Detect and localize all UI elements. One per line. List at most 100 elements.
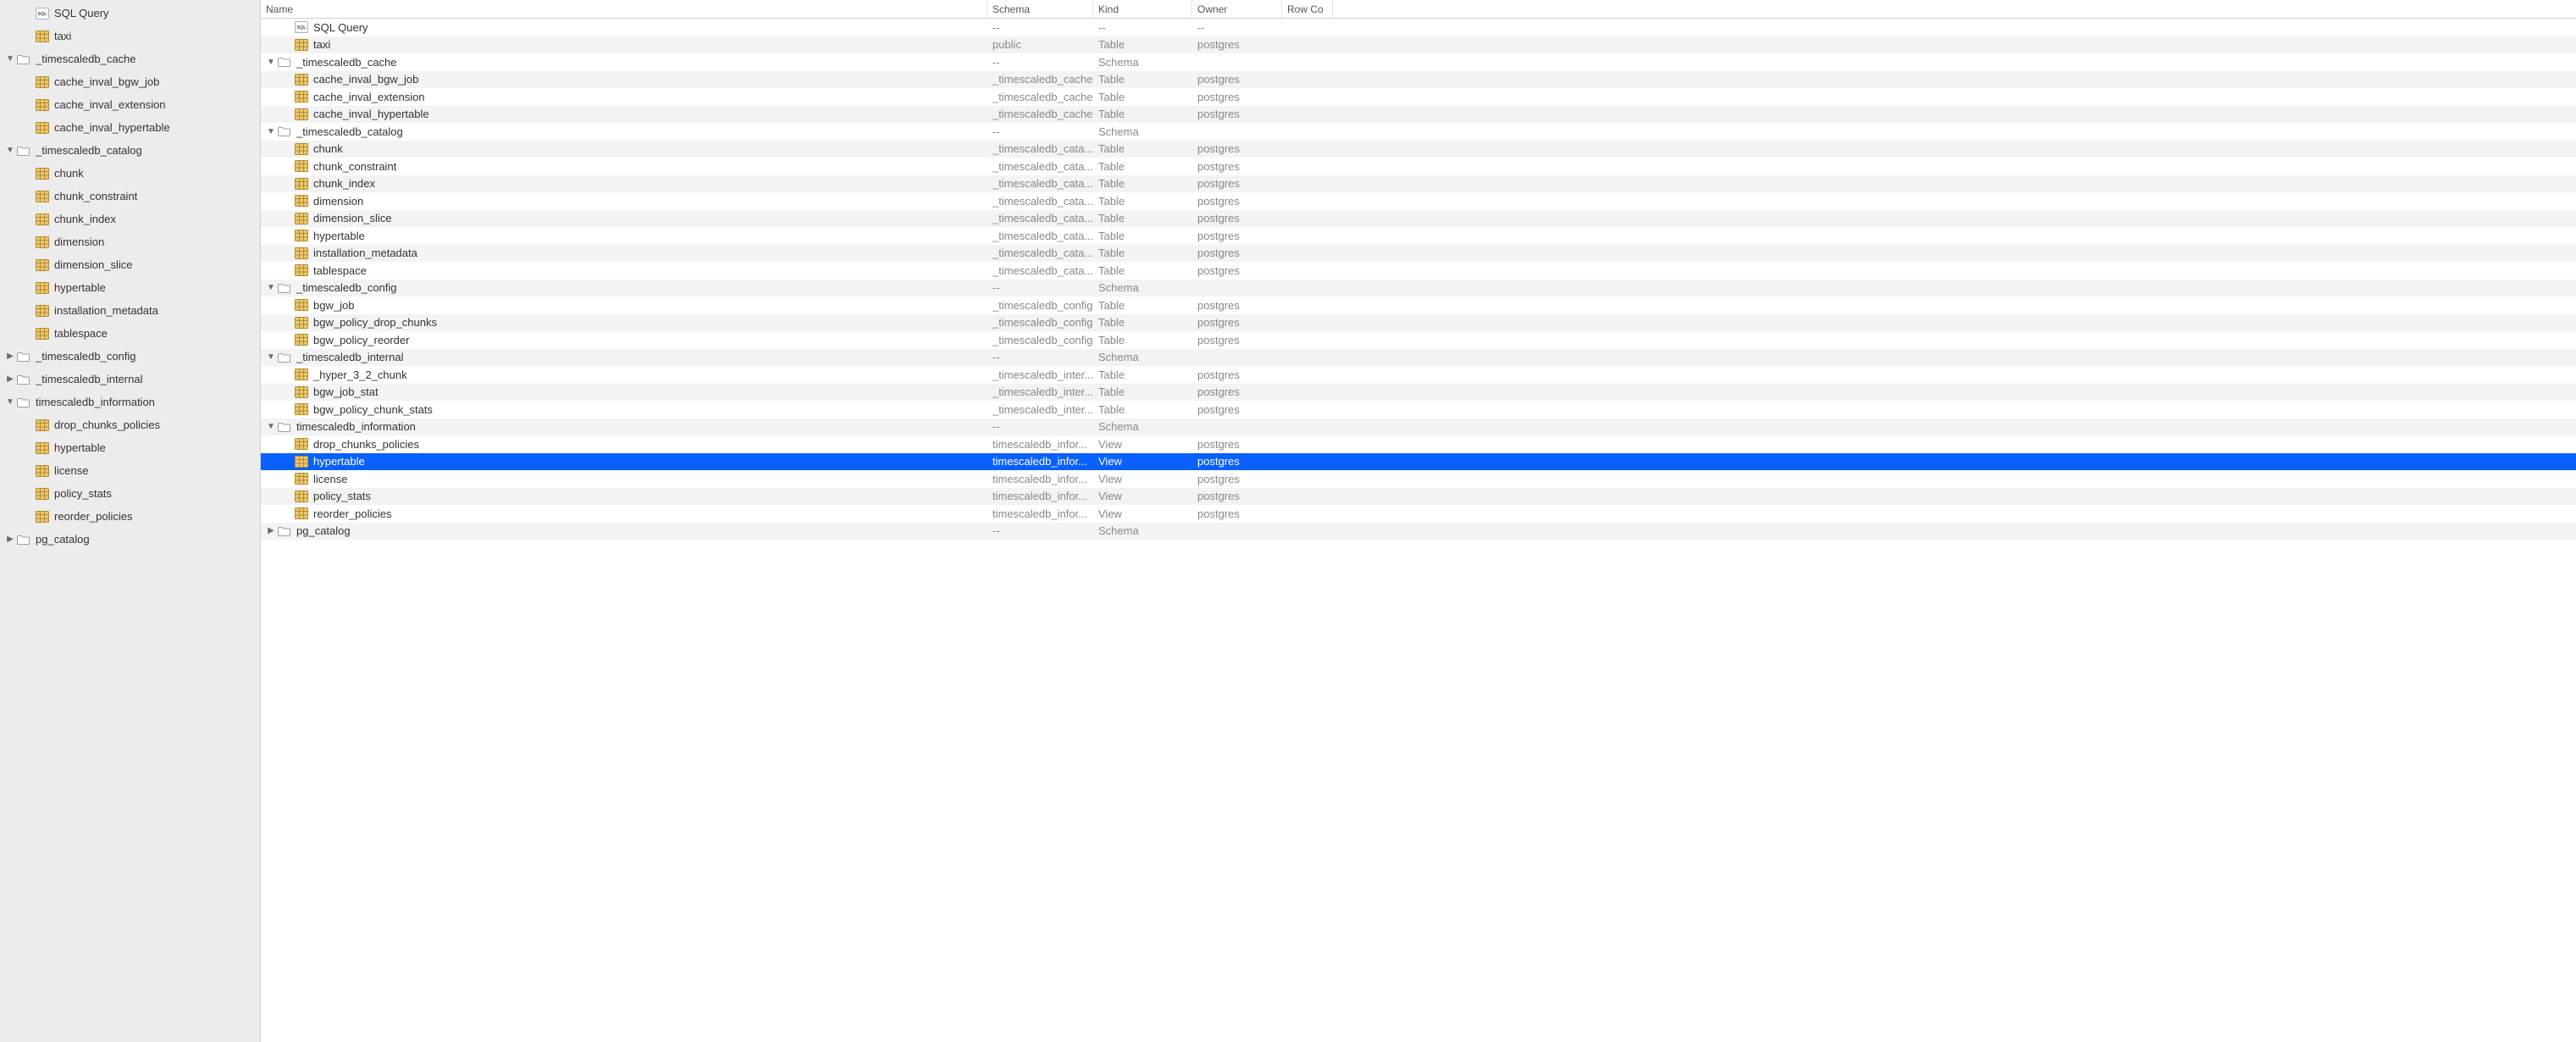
sidebar-item[interactable]: tablespace [0,322,260,345]
cell-rowcount [1282,366,1333,384]
disclosure-triangle-icon[interactable]: ▶ [5,528,15,551]
table-row[interactable]: cache_inval_bgw_job_timescaledb_cacheTab… [261,71,2576,89]
cell-owner [1192,523,1282,540]
table-row[interactable]: reorder_policiestimescaledb_infor...View… [261,505,2576,523]
table-row[interactable]: bgw_job_stat_timescaledb_inter...Tablepo… [261,384,2576,402]
disclosure-triangle-icon[interactable]: ▶ [5,345,15,368]
disclosure-triangle-icon[interactable]: ▼ [266,283,276,292]
table-row[interactable]: policy_statstimescaledb_infor...Viewpost… [261,488,2576,506]
table-row[interactable]: cache_inval_hypertable_timescaledb_cache… [261,106,2576,124]
table-icon [295,229,308,242]
table-row[interactable]: dimension_slice_timescaledb_cata...Table… [261,210,2576,228]
table-row[interactable]: ▼_timescaledb_internal--Schema [261,349,2576,367]
sidebar-item[interactable]: ▶_timescaledb_config [0,345,260,368]
column-header-owner[interactable]: Owner [1192,0,1282,18]
cell-schema: -- [987,523,1093,540]
sidebar-item[interactable]: installation_metadata [0,299,260,322]
table-row[interactable]: ▼_timescaledb_config--Schema [261,280,2576,297]
table-row[interactable]: ▼_timescaledb_catalog--Schema [261,123,2576,141]
cell-schema: -- [987,123,1093,141]
table-row[interactable]: _hyper_3_2_chunk_timescaledb_inter...Tab… [261,366,2576,384]
table-icon [295,333,308,346]
cell-name-label: bgw_job [313,299,354,312]
table-row[interactable]: chunk_index_timescaledb_cata...Tablepost… [261,175,2576,193]
sidebar-item[interactable]: SQLSQL Query [0,2,260,25]
sidebar-item[interactable]: taxi [0,25,260,47]
cell-name-label: taxi [313,38,330,51]
table-row[interactable]: hypertable_timescaledb_cata...Tablepostg… [261,227,2576,245]
sidebar-item[interactable]: ▼_timescaledb_cache [0,47,260,70]
disclosure-triangle-icon[interactable]: ▼ [5,391,15,413]
table-row[interactable]: bgw_policy_chunk_stats_timescaledb_inter… [261,401,2576,418]
column-header-schema[interactable]: Schema [987,0,1093,18]
cell-schema: timescaledb_infor... [987,505,1093,523]
table-row[interactable]: ▼_timescaledb_cache--Schema [261,53,2576,71]
cell-name: ▼_timescaledb_config [261,280,987,297]
cell-name: hypertable [261,227,987,245]
sidebar-item[interactable]: dimension [0,230,260,253]
disclosure-triangle-icon[interactable]: ▼ [266,352,276,362]
disclosure-triangle-icon[interactable]: ▼ [5,139,15,162]
disclosure-triangle-icon[interactable]: ▼ [266,127,276,136]
column-header-name[interactable]: Name [261,0,987,18]
sidebar-item[interactable]: hypertable [0,276,260,299]
disclosure-triangle-icon[interactable]: ▶ [266,526,276,535]
table-row[interactable]: ▶pg_catalog--Schema [261,523,2576,540]
table-icon [295,263,308,277]
table-row[interactable]: licensetimescaledb_infor...Viewpostgres [261,470,2576,488]
disclosure-triangle-icon[interactable]: ▶ [5,368,15,391]
table-row[interactable]: drop_chunks_policiestimescaledb_infor...… [261,435,2576,453]
table-row[interactable]: hypertabletimescaledb_infor...Viewpostgr… [261,453,2576,471]
sidebar-tree[interactable]: SQLSQL Querytaxi▼_timescaledb_cachecache… [0,0,261,1042]
view-icon [36,464,49,478]
sidebar-item[interactable]: policy_stats [0,482,260,505]
cell-name: cache_inval_bgw_job [261,71,987,89]
cell-name-label: bgw_job_stat [313,385,379,398]
column-header-kind[interactable]: Kind [1093,0,1192,18]
cell-schema: _timescaledb_config [987,331,1093,349]
disclosure-triangle-icon[interactable]: ▼ [266,422,276,431]
sidebar-item[interactable]: drop_chunks_policies [0,413,260,436]
sidebar-item[interactable]: chunk_index [0,208,260,230]
table-row[interactable]: SQLSQL Query------ [261,19,2576,36]
disclosure-triangle-icon[interactable]: ▼ [266,58,276,67]
table-row[interactable]: bgw_policy_reorder_timescaledb_configTab… [261,331,2576,349]
sidebar-item[interactable]: chunk_constraint [0,185,260,208]
sidebar-item[interactable]: hypertable [0,436,260,459]
sidebar-item[interactable]: dimension_slice [0,253,260,276]
sidebar-item[interactable]: license [0,459,260,482]
sidebar-item[interactable]: ▶_timescaledb_internal [0,368,260,391]
column-header-rowcount[interactable]: Row Co [1282,0,1333,18]
cell-rowcount [1282,470,1333,488]
sidebar-item[interactable]: chunk [0,162,260,185]
cell-name: policy_stats [261,488,987,506]
cell-name-label: dimension_slice [313,212,392,224]
sidebar-item[interactable]: ▶pg_catalog [0,528,260,551]
cell-name: dimension_slice [261,210,987,228]
cell-rowcount [1282,36,1333,54]
sidebar-item[interactable]: cache_inval_hypertable [0,116,260,139]
sidebar-item[interactable]: reorder_policies [0,505,260,528]
table-row[interactable]: tablespace_timescaledb_cata...Tablepostg… [261,262,2576,280]
sidebar-item[interactable]: cache_inval_bgw_job [0,70,260,93]
table-row[interactable]: chunk_constraint_timescaledb_cata...Tabl… [261,158,2576,175]
table-row[interactable]: ▼timescaledb_information--Schema [261,418,2576,436]
folder-icon [278,420,291,434]
sidebar-item[interactable]: cache_inval_extension [0,93,260,116]
table-icon [295,298,308,312]
table-row[interactable]: bgw_policy_drop_chunks_timescaledb_confi… [261,314,2576,332]
table-row[interactable]: cache_inval_extension_timescaledb_cacheT… [261,88,2576,106]
table-row[interactable]: bgw_job_timescaledb_configTablepostgres [261,297,2576,314]
table-body[interactable]: SQLSQL Query------taxipublicTablepostgre… [261,19,2576,1042]
sidebar-item[interactable]: ▼timescaledb_information [0,391,260,413]
sidebar-item[interactable]: ▼_timescaledb_catalog [0,139,260,162]
table-icon [295,247,308,260]
cell-rowcount [1282,210,1333,228]
table-row[interactable]: dimension_timescaledb_cata...Tablepostgr… [261,192,2576,210]
table-icon [36,121,49,135]
disclosure-triangle-icon[interactable]: ▼ [5,47,15,70]
cell-owner: postgres [1192,470,1282,488]
table-row[interactable]: chunk_timescaledb_cata...Tablepostgres [261,141,2576,158]
table-row[interactable]: installation_metadata_timescaledb_cata..… [261,245,2576,263]
table-row[interactable]: taxipublicTablepostgres [261,36,2576,54]
